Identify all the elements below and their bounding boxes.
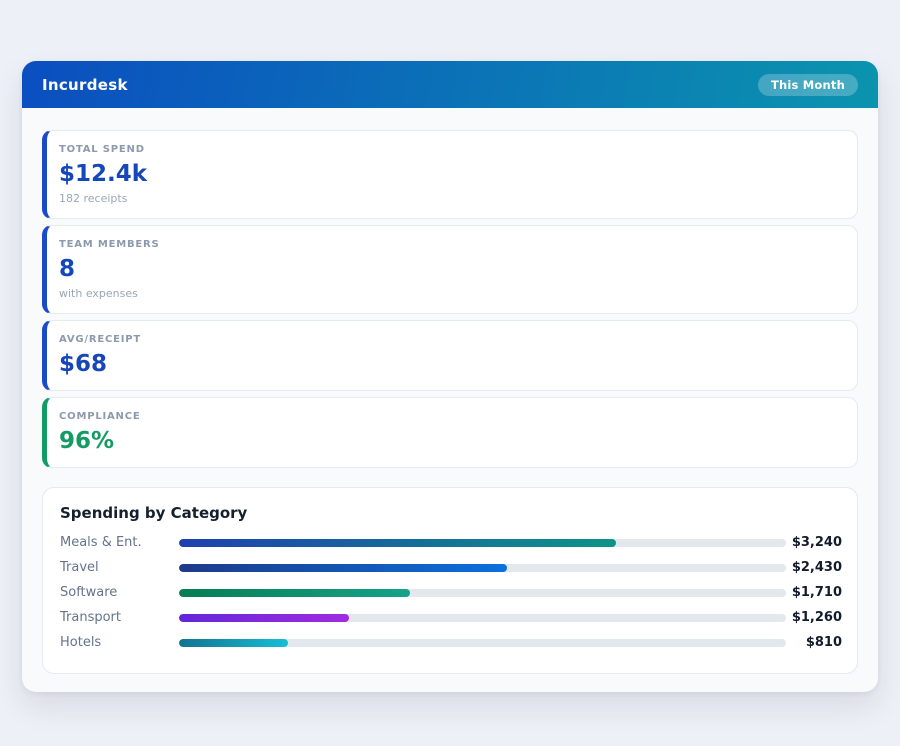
stat-subtext: with expenses [59,287,841,300]
bar-track [179,539,786,547]
stat-value: 96% [59,428,841,454]
bar-track [179,589,786,597]
stat-card-team-members: TEAM MEMBERS 8 with expenses [42,225,858,314]
bar-row-hotels: Hotels $810 [60,630,842,655]
bar-label: Hotels [60,635,179,650]
stat-label: TOTAL SPEND [59,144,841,156]
chart-title: Spending by Category [60,504,842,522]
bar-label: Software [60,585,179,600]
bar-track [179,564,786,572]
bar-value: $810 [786,635,842,650]
stat-value: $68 [59,351,841,377]
bar-fill [179,539,616,547]
spending-by-category-chart: Spending by Category Meals & Ent. $3,240… [42,487,858,674]
stat-label: AVG/RECEIPT [59,334,841,346]
stat-label: TEAM MEMBERS [59,239,841,251]
bar-track [179,614,786,622]
bar-row-transport: Transport $1,260 [60,605,842,630]
bar-fill [179,564,507,572]
bar-label: Transport [60,610,179,625]
bar-row-software: Software $1,710 [60,580,842,605]
bar-row-meals: Meals & Ent. $3,240 [60,530,842,555]
bar-value: $1,260 [786,610,842,625]
bar-fill [179,614,349,622]
bar-value: $2,430 [786,560,842,575]
panel-body: TOTAL SPEND $12.4k 182 receipts TEAM MEM… [22,108,878,692]
stat-value: $12.4k [59,161,841,187]
app-panel: Incurdesk This Month TOTAL SPEND $12.4k … [22,61,878,692]
app-title: Incurdesk [42,76,128,94]
stat-card-total-spend: TOTAL SPEND $12.4k 182 receipts [42,130,858,219]
stat-subtext: 182 receipts [59,192,841,205]
stat-label: COMPLIANCE [59,411,841,423]
bar-track [179,639,786,647]
stat-value: 8 [59,256,841,282]
bar-value: $3,240 [786,535,842,550]
bar-label: Travel [60,560,179,575]
stat-card-compliance: COMPLIANCE 96% [42,397,858,468]
bar-fill [179,639,288,647]
bar-fill [179,589,410,597]
bar-label: Meals & Ent. [60,535,179,550]
period-filter-badge[interactable]: This Month [758,74,858,96]
bar-row-travel: Travel $2,430 [60,555,842,580]
stat-card-avg-receipt: AVG/RECEIPT $68 [42,320,858,391]
app-header: Incurdesk This Month [22,61,878,108]
bar-value: $1,710 [786,585,842,600]
